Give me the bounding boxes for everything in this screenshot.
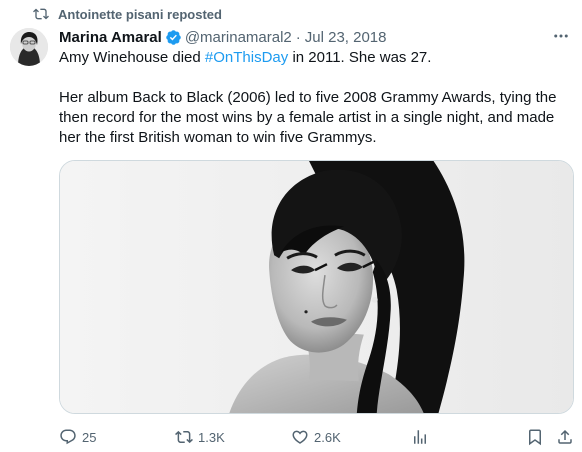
tweet-photo[interactable] (59, 160, 574, 414)
author-handle[interactable]: @marinamaral2 (185, 29, 292, 46)
separator-dot: · (295, 28, 301, 46)
repost-text: Antoinette pisani reposted (58, 6, 222, 22)
bookmark-button[interactable] (526, 426, 544, 448)
action-bar: 25 1.3K 2.6K (59, 426, 574, 448)
repost-indicator[interactable]: Antoinette pisani reposted (33, 5, 222, 23)
tweet-text-segment: Amy Winehouse died (59, 49, 205, 66)
reply-count: 25 (82, 429, 97, 445)
tweet-date[interactable]: Jul 23, 2018 (305, 29, 387, 46)
tweet-text-segment: in 2011. She was 27. (288, 49, 432, 66)
tweet-paragraph-2: Her album Back to Black (2006) led to fi… (59, 89, 557, 146)
share-button[interactable] (556, 426, 574, 448)
more-options-button[interactable] (550, 25, 572, 47)
analytics-icon (414, 430, 426, 444)
verified-badge-icon[interactable] (165, 29, 182, 46)
views-button[interactable] (411, 426, 429, 448)
repost-icon (175, 430, 193, 444)
avatar-photo (10, 28, 48, 66)
tweet-text: Amy Winehouse died #OnThisDay in 2011. S… (59, 48, 574, 148)
share-icon (558, 429, 572, 444)
more-icon (554, 34, 568, 38)
heart-icon (292, 430, 308, 444)
tweet-card[interactable]: Antoinette pisani reposted Marina Amaral… (0, 0, 582, 452)
tweet-header: Marina Amaral @marinamaral2 · Jul 23, 20… (59, 26, 572, 48)
avatar[interactable] (10, 28, 48, 66)
tweet-paragraph-1: Amy Winehouse died #OnThisDay in 2011. S… (59, 48, 574, 68)
repost-button[interactable]: 1.3K (175, 426, 225, 448)
repost-count: 1.3K (198, 429, 225, 445)
reply-icon (60, 429, 76, 445)
bookmark-icon (529, 429, 541, 446)
hashtag-link[interactable]: #OnThisDay (205, 49, 288, 66)
portrait-photo (60, 161, 573, 413)
like-button[interactable]: 2.6K (291, 426, 341, 448)
like-count: 2.6K (314, 429, 341, 445)
repost-icon (33, 8, 49, 20)
author-name[interactable]: Marina Amaral (59, 29, 162, 46)
reply-button[interactable]: 25 (59, 426, 96, 448)
